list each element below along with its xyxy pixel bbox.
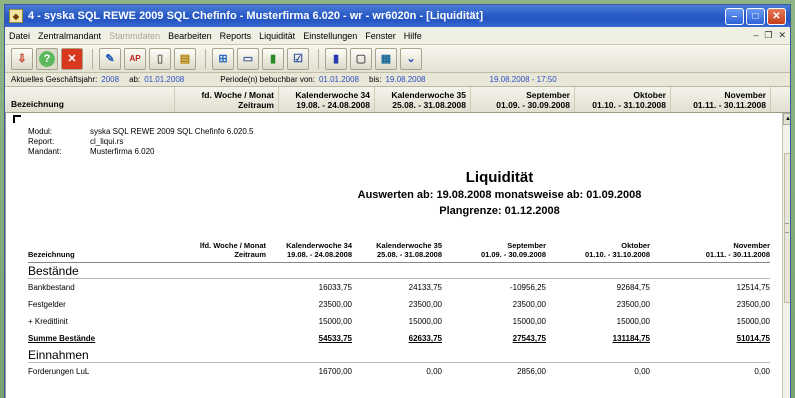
- menu-reports[interactable]: Reports: [220, 31, 252, 41]
- toolbar: ⇩ ? ✕ ✎ AP ▯ ▤ ⊞ ▭ ▮ ☑ ▮ ▢ ▦ ⌄: [5, 45, 790, 73]
- dropdown-circle-icon[interactable]: ⌄: [400, 47, 422, 70]
- maximize-button[interactable]: □: [746, 7, 765, 25]
- export-icon[interactable]: ⇩: [11, 47, 33, 70]
- doc-icon[interactable]: ▯: [149, 47, 171, 70]
- mandant-label: Mandant:: [28, 147, 62, 156]
- minimize-button[interactable]: –: [725, 7, 744, 25]
- table-icon[interactable]: ▦: [375, 47, 397, 70]
- report-meta: Modul: syska SQL REWE 2009 SQL Chefinfo 6…: [28, 127, 254, 157]
- page-icon[interactable]: ▢: [350, 47, 372, 70]
- report-title: Liquidität: [465, 169, 534, 186]
- periode-bis-value: 19.08.2008: [385, 75, 426, 84]
- desktop-background: ◆ 4 - syska SQL REWE 2009 SQL Chefinfo -…: [0, 0, 795, 398]
- page-corner-mark: [13, 115, 21, 123]
- title-bar[interactable]: ◆ 4 - syska SQL REWE 2009 SQL Chefinfo -…: [5, 5, 790, 27]
- app-window: ◆ 4 - syska SQL REWE 2009 SQL Chefinfo -…: [4, 4, 791, 398]
- scroll-up-icon[interactable]: ▲: [783, 113, 790, 125]
- table-row: + Kreditlinit 15000,00 15000,00 15000,00…: [28, 317, 770, 326]
- mandant-value: Musterfirma 6.020: [90, 147, 155, 156]
- bis-label: bis:: [369, 75, 382, 84]
- toolbar-separator: [205, 48, 206, 69]
- periode-label: Periode(n) bebuchbar von:: [220, 75, 315, 84]
- close-x-icon[interactable]: ✕: [61, 47, 83, 70]
- bar-chart-icon[interactable]: ▮: [262, 47, 284, 70]
- report-plangrenze: Plangrenze: 01.12.2008: [439, 205, 560, 217]
- sum-row: Summe Bestände 54533,75 62633,75 27543,7…: [28, 334, 770, 343]
- ap-icon[interactable]: AP: [124, 47, 146, 70]
- menu-bar: Datei Zentralmandant Stammdaten Bearbeit…: [5, 27, 790, 45]
- report-subtitle: Auswerten ab: 19.08.2008 monatsweise ab:…: [357, 189, 642, 201]
- help-icon[interactable]: ?: [36, 47, 58, 70]
- menu-fenster[interactable]: Fenster: [365, 31, 396, 41]
- geschaeftsjahr-label: Aktuelles Geschäftsjahr:: [11, 75, 98, 84]
- app-icon: ◆: [9, 9, 23, 23]
- col-header-september[interactable]: September 01.09. - 30.09.2008: [471, 87, 575, 112]
- mdi-restore-icon[interactable]: ❐: [764, 30, 772, 41]
- checkbox-icon[interactable]: ☑: [287, 47, 309, 70]
- report-view[interactable]: Modul: syska SQL REWE 2009 SQL Chefinfo 6…: [5, 113, 782, 398]
- close-button[interactable]: ✕: [767, 7, 786, 25]
- report-value: cl_liqui.rs: [90, 137, 124, 146]
- col-header-kw35[interactable]: Kalenderwoche 35 25.08. - 31.08.2008: [375, 87, 471, 112]
- liquidity-table: Bezeichnung lfd. Woche / Monat Zeitraum K…: [28, 239, 770, 380]
- toolbar-separator: [92, 48, 93, 69]
- col-header-november[interactable]: November 01.11. - 30.11.2008: [671, 87, 771, 112]
- window-icon[interactable]: ▭: [237, 47, 259, 70]
- window-title: 4 - syska SQL REWE 2009 SQL Chefinfo - M…: [28, 10, 483, 22]
- geschaeftsjahr-value: 2008: [101, 75, 120, 84]
- table-header: Bezeichnung lfd. Woche / Monat Zeitraum K…: [28, 239, 770, 263]
- vertical-scrollbar[interactable]: ▲: [782, 113, 790, 398]
- report-label: Report:: [28, 137, 55, 146]
- menu-hilfe[interactable]: Hilfe: [404, 31, 422, 41]
- table-row: Bankbestand 16033,75 24133,75 -10956,25 …: [28, 283, 770, 292]
- mdi-close-icon[interactable]: ✕: [778, 30, 786, 41]
- col-header-oktober[interactable]: Oktober 01.10. - 31.10.2008: [575, 87, 671, 112]
- ab-label: ab:: [129, 75, 141, 84]
- col-header-kw34[interactable]: Kalenderwoche 34 19.08. - 24.08.2008: [279, 87, 375, 112]
- grid-column-header: Bezeichnung fd. Woche / Monat Zeitraum K…: [5, 87, 790, 113]
- table-row: Forderungen LuL 16700,00 0,00 2856,00 0,…: [28, 367, 770, 376]
- grid-icon[interactable]: ⊞: [212, 47, 234, 70]
- menu-stammdaten: Stammdaten: [109, 30, 161, 41]
- column-icon[interactable]: ▮: [325, 47, 347, 70]
- menu-liquiditaet[interactable]: Liquidität: [259, 31, 295, 41]
- col-header-woche[interactable]: fd. Woche / Monat Zeitraum: [175, 87, 279, 112]
- timestamp: 19.08.2008 - 17:50: [489, 75, 557, 84]
- table-row: Festgelder 23500,00 23500,00 23500,00 23…: [28, 300, 770, 309]
- menu-datei[interactable]: Datei: [9, 31, 30, 41]
- menu-einstellungen[interactable]: Einstellungen: [303, 31, 357, 41]
- scroll-grip-icon: [785, 223, 789, 233]
- status-bar: Aktuelles Geschäftsjahr: 2008 ab: 01.01.…: [5, 73, 790, 87]
- modul-label: Modul:: [28, 127, 53, 136]
- ab-value: 01.01.2008: [144, 75, 185, 84]
- note-icon[interactable]: ▤: [174, 47, 196, 70]
- col-header-bezeichnung[interactable]: Bezeichnung: [5, 87, 175, 112]
- menu-bearbeiten[interactable]: Bearbeiten: [168, 31, 212, 41]
- chart-pen-icon[interactable]: ✎: [99, 47, 121, 70]
- section-header: Bestände: [28, 263, 770, 279]
- modul-value: syska SQL REWE 2009 SQL Chefinfo 6.020.5: [90, 127, 254, 136]
- periode-von-value: 01.01.2008: [318, 75, 360, 84]
- menu-zentralmandant[interactable]: Zentralmandant: [38, 31, 101, 41]
- section-header: Einnahmen: [28, 347, 770, 363]
- toolbar-separator: [318, 48, 319, 69]
- mdi-minimize-icon[interactable]: –: [753, 30, 758, 41]
